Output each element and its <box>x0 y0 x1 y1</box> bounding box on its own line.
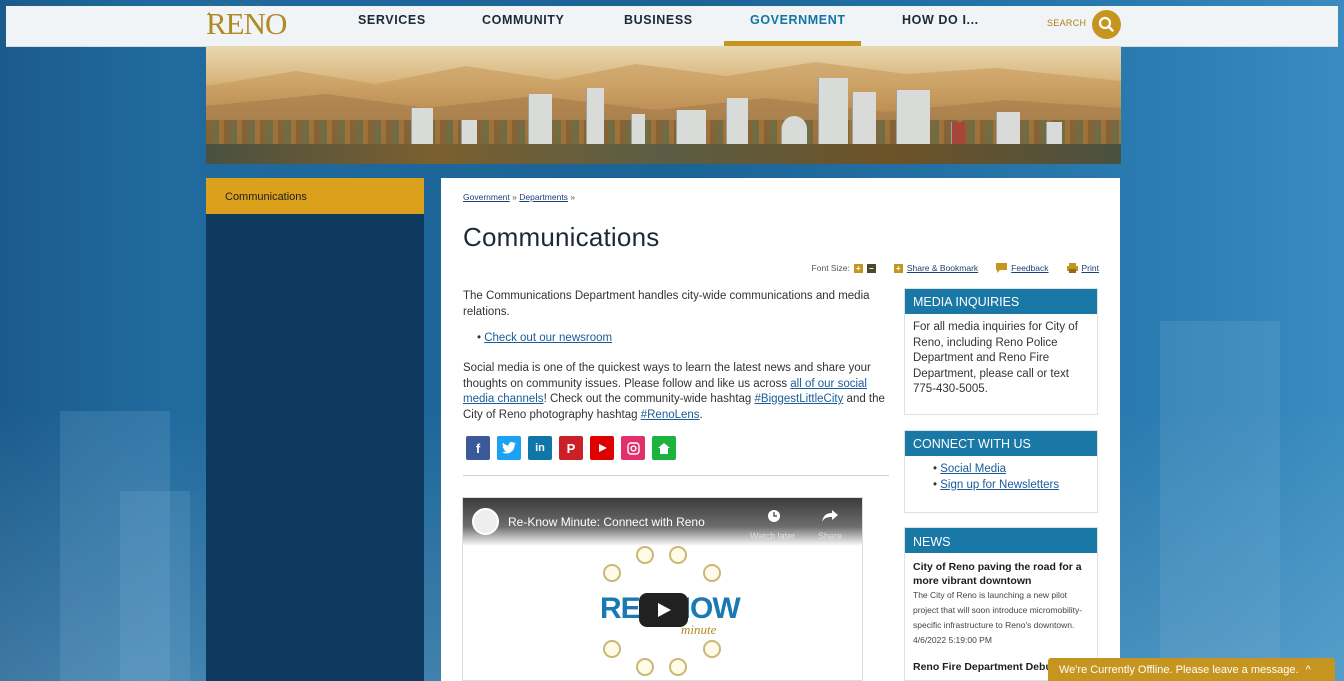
reknow-ring-icon <box>703 564 721 582</box>
news-item-text: The City of Reno is launching a new pilo… <box>913 590 1083 630</box>
connect-with-us-box: CONNECT WITH US • Social Media • Sign up… <box>904 430 1098 513</box>
share-icon: + <box>893 263 903 273</box>
font-increase-icon[interactable]: + <box>853 263 863 273</box>
print-link[interactable]: Print <box>1082 263 1099 273</box>
social-icons-row: f in P <box>466 436 676 460</box>
nav-business[interactable]: BUSINESS <box>624 13 693 27</box>
city-skyline-banner <box>206 46 1121 164</box>
connect-heading: CONNECT WITH US <box>905 431 1097 456</box>
connect-list-item: • Sign up for Newsletters <box>933 478 1060 491</box>
twitter-icon[interactable] <box>497 436 521 460</box>
linkedin-icon[interactable]: in <box>528 436 552 460</box>
media-inquiries-box: MEDIA INQUIRIES For all media inquiries … <box>904 288 1098 415</box>
nav-services[interactable]: SERVICES <box>358 13 426 27</box>
print-icon <box>1066 263 1078 273</box>
font-size-label: Font Size: <box>811 263 850 273</box>
building <box>818 78 848 150</box>
offline-chat-widget[interactable]: We're Currently Offline. Please leave a … <box>1048 658 1335 681</box>
reknow-ring-icon <box>669 658 687 676</box>
bg-building-left2 <box>120 491 190 681</box>
newsletter-signup-link[interactable]: Sign up for Newsletters <box>940 479 1059 491</box>
feedback-link[interactable]: Feedback <box>1011 263 1048 273</box>
reknow-ring-icon <box>636 546 654 564</box>
page-title: Communications <box>463 222 660 252</box>
embedded-video[interactable]: Re-Know Minute: Connect with Reno Watch … <box>462 497 863 681</box>
connect-list-item: • Social Media <box>933 463 1007 475</box>
newsroom-link[interactable]: Check out our newsroom <box>484 332 612 344</box>
channel-avatar[interactable] <box>472 508 499 535</box>
search-icon <box>1098 16 1114 32</box>
nextdoor-icon[interactable] <box>652 436 676 460</box>
building <box>528 94 552 150</box>
reknow-minute-logo: minute <box>681 622 717 637</box>
news-item-title[interactable]: City of Reno paving the road for a more … <box>913 560 1089 588</box>
pinterest-icon[interactable]: P <box>559 436 583 460</box>
newsroom-list-item: • Check out our newsroom <box>477 332 613 344</box>
building <box>586 88 604 150</box>
reknow-ring-icon <box>703 640 721 658</box>
font-decrease-icon[interactable]: − <box>866 263 876 273</box>
reknow-ring-icon <box>669 546 687 564</box>
youtube-icon[interactable] <box>590 436 614 460</box>
building <box>726 98 748 150</box>
news-item-date: 4/6/2022 5:19:00 PM <box>913 635 992 645</box>
share-label[interactable]: Share <box>818 531 842 541</box>
offline-chat-label: We're Currently Offline. Please leave a … <box>1059 664 1299 676</box>
connect-links: • Social Media • Sign up for Newsletters <box>905 456 1097 512</box>
breadcrumb: Government » Departments » <box>463 192 575 202</box>
reknow-ring-icon <box>603 564 621 582</box>
nav-government[interactable]: GOVERNMENT <box>750 13 846 27</box>
reno-logo[interactable]: • • • • • RENO <box>206 2 287 41</box>
nav-community[interactable]: COMMUNITY <box>482 13 564 27</box>
search-label[interactable]: SEARCH <box>1047 18 1086 28</box>
building <box>896 90 930 150</box>
page-tools: Font Size: + − + Share & Bookmark Feedba… <box>812 263 1099 273</box>
logo-word: RENO <box>206 6 287 41</box>
instagram-icon[interactable] <box>621 436 645 460</box>
social-media-link[interactable]: Social Media <box>940 463 1006 475</box>
social-paragraph: Social media is one of the quickest ways… <box>463 362 885 421</box>
content-divider <box>463 475 889 476</box>
video-title[interactable]: Re-Know Minute: Connect with Reno <box>508 515 705 529</box>
play-icon[interactable] <box>639 593 688 627</box>
search-button[interactable] <box>1092 10 1121 39</box>
hashtag-biggest-little-city-link[interactable]: #BiggestLittleCity <box>755 393 844 405</box>
breadcrumb-government[interactable]: Government <box>463 192 510 202</box>
intro-paragraph: The Communications Department handles ci… <box>463 290 870 318</box>
feedback-icon <box>996 263 1008 273</box>
news-heading: NEWS <box>905 528 1097 553</box>
share-bookmark-link[interactable]: Share & Bookmark <box>907 263 978 273</box>
bg-building-right <box>1160 321 1280 681</box>
watch-later-label[interactable]: Watch later <box>750 531 795 541</box>
chevron-up-icon[interactable]: ^ <box>1306 664 1311 676</box>
facebook-icon[interactable]: f <box>466 436 490 460</box>
media-inquiries-heading: MEDIA INQUIRIES <box>905 289 1097 314</box>
left-sidebar: Communications <box>206 178 424 681</box>
breadcrumb-separator: » <box>512 192 517 202</box>
nav-how-do-i[interactable]: HOW DO I... <box>902 13 979 27</box>
clock-icon[interactable] <box>767 509 781 523</box>
banner-ground <box>206 144 1121 164</box>
reknow-ring-icon <box>636 658 654 676</box>
reknow-ring-icon <box>603 640 621 658</box>
hashtag-renolens-link[interactable]: #RenoLens <box>641 409 700 421</box>
main-content: Government » Departments » Communication… <box>441 178 1120 681</box>
building <box>852 92 876 150</box>
breadcrumb-separator: » <box>570 192 576 202</box>
media-inquiries-text: For all media inquiries for City of Reno… <box>905 314 1097 414</box>
share-arrow-icon[interactable] <box>822 510 838 522</box>
breadcrumb-departments[interactable]: Departments <box>519 192 568 202</box>
sidebar-item-communications[interactable]: Communications <box>206 178 424 214</box>
